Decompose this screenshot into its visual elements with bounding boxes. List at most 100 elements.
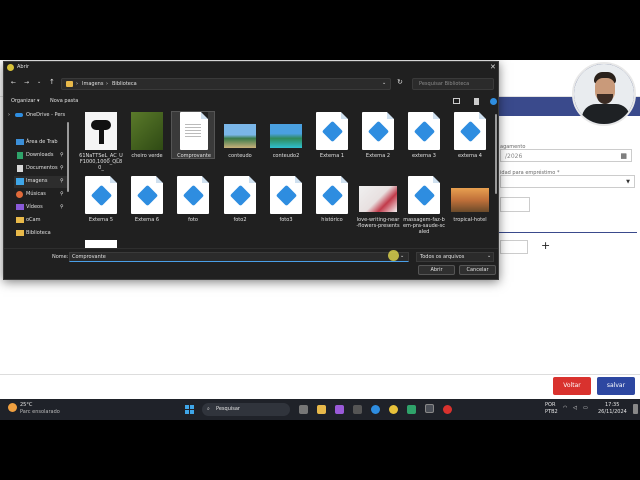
chevron-down-icon: ⌄ xyxy=(487,253,492,259)
taskbar-search[interactable]: ⌕ Pesquisar xyxy=(202,403,290,416)
nav-videos[interactable]: Vídeos ⚲ xyxy=(14,202,68,214)
cancel-button[interactable]: Cancelar xyxy=(459,265,496,275)
nav-documents[interactable]: Documentos ⚲ xyxy=(14,163,68,175)
search-input[interactable]: Pesquisar Biblioteca xyxy=(412,78,494,90)
windows-start-icon[interactable] xyxy=(185,405,194,414)
file-item[interactable]: Externa 6 xyxy=(125,176,169,238)
clock-date[interactable]: 26/11/2024 xyxy=(598,409,627,415)
herb-thumbnail xyxy=(131,112,163,150)
app-icon[interactable] xyxy=(353,405,362,414)
language-line1[interactable]: POR xyxy=(545,402,555,408)
file-label: Externa 5 xyxy=(88,217,114,223)
help-icon[interactable] xyxy=(490,98,497,105)
cloud-icon xyxy=(15,113,23,117)
preview-pane-icon[interactable] xyxy=(474,98,479,105)
nav-onedrive[interactable]: › OneDrive - Pers xyxy=(8,111,68,120)
back-icon[interactable]: ← xyxy=(11,79,16,86)
file-label: Externa 1 xyxy=(319,153,345,159)
calendar-icon: ▦ xyxy=(620,152,627,160)
breadcrumb-imagens[interactable]: Imagens xyxy=(82,81,103,87)
image-file-icon xyxy=(316,176,348,214)
name-dropdown-icon[interactable]: ⌄ xyxy=(400,253,404,259)
nav-ocam[interactable]: oCam xyxy=(14,215,68,227)
history-chevron-icon[interactable]: ⌄ xyxy=(37,79,41,85)
nav-music[interactable]: Músicas ⚲ xyxy=(14,189,68,201)
start-tile xyxy=(185,405,189,409)
refresh-icon[interactable]: ↻ xyxy=(397,78,403,86)
file-type-select[interactable]: Todos os arquivos ⌄ xyxy=(416,252,494,262)
file-item[interactable]: conteudo xyxy=(218,112,262,174)
loan-select[interactable]: ▼ xyxy=(500,175,635,188)
clock-time[interactable]: 17:35 xyxy=(605,402,619,408)
video-icon xyxy=(16,204,24,210)
nav-biblioteca[interactable]: Biblioteca xyxy=(14,228,68,240)
up-icon[interactable]: ↑ xyxy=(49,78,55,86)
screen: agamento /2026 ▦ idad para empréstimo * … xyxy=(0,60,640,420)
pin-icon: ⚲ xyxy=(60,152,64,158)
wifi-icon[interactable]: ◠ xyxy=(563,405,567,411)
file-label: foto3 xyxy=(279,217,293,223)
file-explorer-icon[interactable] xyxy=(317,405,326,414)
close-icon[interactable]: ✕ xyxy=(490,63,496,71)
language-line2[interactable]: PTB2 xyxy=(545,409,558,415)
file-item[interactable]: foto2 xyxy=(218,176,262,238)
file-item[interactable]: histórico xyxy=(310,176,354,238)
address-bar[interactable]: › Imagens › Biblioteca ⌄ xyxy=(61,78,391,90)
image-file-icon xyxy=(224,176,256,214)
recorder-icon[interactable] xyxy=(443,405,452,414)
volume-icon[interactable]: ◁ xyxy=(573,405,577,411)
voltar-button[interactable]: Voltar xyxy=(553,377,591,395)
date-field[interactable]: /2026 ▦ xyxy=(500,149,632,162)
nav-scrollbar[interactable] xyxy=(67,122,69,192)
edge-icon[interactable] xyxy=(371,405,380,414)
file-item[interactable]: 61NaTTSeL_AC_UF1000,1000_QL80_ xyxy=(79,112,123,174)
open-button[interactable]: Abrir xyxy=(418,265,455,275)
file-item[interactable]: massagem-faz-bem-pra-saude-scaled xyxy=(402,176,446,238)
view-options-icon[interactable] xyxy=(453,98,460,104)
file-item[interactable]: foto3 xyxy=(264,176,308,238)
file-item-selected[interactable]: Comprovante xyxy=(171,111,215,159)
file-item[interactable]: externa 3 xyxy=(402,112,446,174)
organize-button[interactable]: Organizar ▾ xyxy=(11,98,40,104)
salvar-button[interactable]: salvar xyxy=(597,377,635,395)
file-item[interactable]: Externa 1 xyxy=(310,112,354,174)
new-folder-button[interactable]: Nova pasta xyxy=(50,98,78,104)
nav-downloads[interactable]: Downloads ⚲ xyxy=(14,150,68,162)
image-glyph xyxy=(90,184,113,207)
battery-icon[interactable]: ▭ xyxy=(583,405,588,411)
file-item[interactable]: conteudo2 xyxy=(264,112,308,174)
image-glyph xyxy=(321,120,344,143)
open-file-dialog: Abrir ✕ ← → ⌄ ↑ › Imagens › Biblioteca ⌄… xyxy=(3,61,499,280)
expand-chevron-icon: › xyxy=(8,112,10,118)
small-input-1[interactable] xyxy=(500,197,530,212)
image-file-icon xyxy=(408,112,440,150)
file-item[interactable]: foto xyxy=(171,176,215,238)
files-scrollbar[interactable] xyxy=(495,114,497,194)
file-label: foto xyxy=(188,217,198,223)
file-item[interactable]: Externa 2 xyxy=(356,112,400,174)
file-item[interactable]: tropical-hotel xyxy=(448,176,492,238)
breadcrumb-biblioteca[interactable]: Biblioteca xyxy=(112,81,137,87)
document-icon xyxy=(17,165,23,172)
chrome-icon[interactable] xyxy=(389,405,398,414)
file-item[interactable]: externa 4 xyxy=(448,112,492,174)
file-item[interactable]: cheiro verde xyxy=(125,112,169,174)
start-tile xyxy=(190,410,194,414)
file-label: externa 3 xyxy=(412,153,436,159)
file-name-input[interactable]: Comprovante ⌄ xyxy=(69,252,409,262)
file-partial-icon[interactable] xyxy=(85,240,117,248)
nav-desktop[interactable]: Área de Trab xyxy=(14,137,68,149)
forward-icon[interactable]: → xyxy=(24,79,29,86)
nav-images[interactable]: Imagens ⚲ xyxy=(14,176,68,188)
address-dropdown-icon[interactable]: ⌄ xyxy=(382,80,386,86)
copilot-icon[interactable] xyxy=(335,405,344,414)
small-input-2[interactable] xyxy=(500,240,528,254)
file-item[interactable]: love-writing-near-flowers-presents xyxy=(356,176,400,238)
weather-icon[interactable] xyxy=(8,403,17,412)
file-item[interactable]: Externa 5 xyxy=(79,176,123,238)
plus-icon[interactable]: + xyxy=(541,239,550,252)
notification-icon[interactable] xyxy=(633,404,638,414)
task-view-icon[interactable] xyxy=(299,405,308,414)
active-app-icon[interactable] xyxy=(425,404,434,413)
app-icon[interactable] xyxy=(407,405,416,414)
